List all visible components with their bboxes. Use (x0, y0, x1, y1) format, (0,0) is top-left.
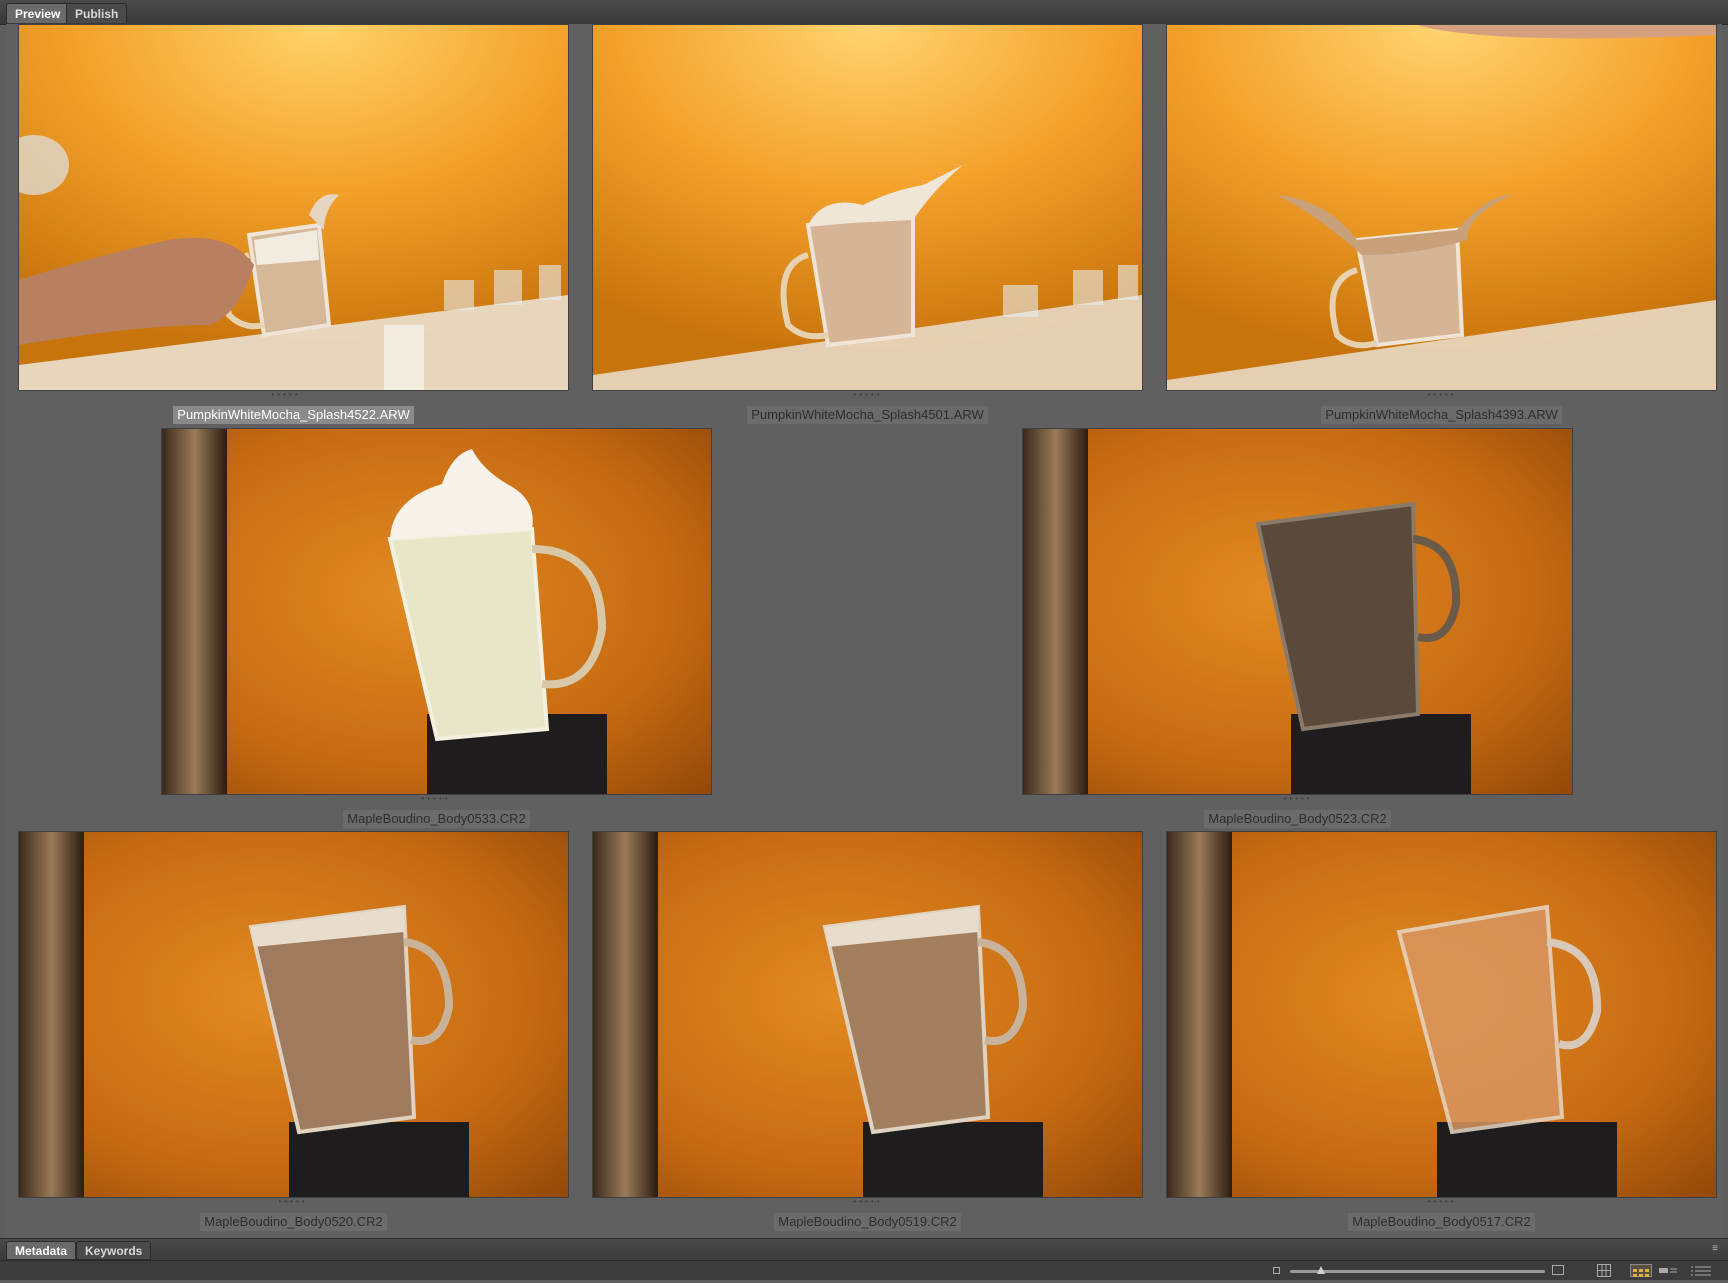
thumbnail-caption[interactable]: PumpkinWhiteMocha_Splash4522.ARW (19, 406, 568, 424)
tab-keywords[interactable]: Keywords (76, 1241, 152, 1260)
rating-dots[interactable]: ••••• (818, 390, 918, 399)
status-bar (0, 1260, 1728, 1280)
detail-view-icon[interactable] (1658, 1264, 1678, 1277)
filmstrip-view-icon[interactable] (1630, 1264, 1652, 1277)
tab-metadata[interactable]: Metadata (6, 1241, 77, 1260)
panel-menu-icon[interactable]: ≡ (1708, 1243, 1722, 1255)
grid-view-icon[interactable] (1597, 1264, 1611, 1277)
thumbnail-body-0523[interactable] (1023, 429, 1572, 794)
thumbnail-caption[interactable]: MapleBoudino_Body0533.CR2 (162, 810, 711, 828)
rating-dots[interactable]: ••••• (386, 794, 486, 803)
thumbnail-body-0533[interactable] (162, 429, 711, 794)
list-view-icon[interactable] (1690, 1264, 1712, 1277)
tab-publish[interactable]: Publish (66, 3, 128, 23)
thumbnail-splash-4501[interactable] (593, 25, 1142, 390)
thumbnail-caption[interactable]: PumpkinWhiteMocha_Splash4501.ARW (593, 406, 1142, 424)
thumbnail-caption[interactable]: MapleBoudino_Body0519.CR2 (593, 1213, 1142, 1231)
bottom-tab-bar: Metadata Keywords ≡ (0, 1238, 1728, 1261)
rating-dots[interactable]: ••••• (1392, 390, 1492, 399)
thumbnail-caption[interactable]: MapleBoudino_Body0520.CR2 (19, 1213, 568, 1231)
thumbnail-caption[interactable]: MapleBoudino_Body0517.CR2 (1167, 1213, 1716, 1231)
rating-dots[interactable]: ••••• (1392, 1197, 1492, 1206)
thumbnail-splash-4522[interactable] (19, 25, 568, 390)
content-browser: ••••• PumpkinWhiteMocha_Splash4522.ARW •… (6, 24, 1722, 1238)
rating-dots[interactable]: ••••• (243, 1197, 343, 1206)
top-tab-bar: Preview Publish (0, 0, 1728, 25)
thumbnail-body-0519[interactable] (593, 832, 1142, 1197)
thumbnail-splash-4393[interactable] (1167, 25, 1716, 390)
rating-dots[interactable]: ••••• (1248, 794, 1348, 803)
tab-preview[interactable]: Preview (6, 3, 70, 23)
thumbnail-caption[interactable]: MapleBoudino_Body0523.CR2 (1023, 810, 1572, 828)
thumbnail-size-slider[interactable] (1290, 1266, 1545, 1274)
rating-dots[interactable]: ••••• (818, 1197, 918, 1206)
thumbnail-caption[interactable]: PumpkinWhiteMocha_Splash4393.ARW (1167, 406, 1716, 424)
small-thumb-icon[interactable] (1273, 1267, 1280, 1274)
slider-thumb[interactable] (1316, 1266, 1325, 1274)
large-thumb-icon[interactable] (1552, 1265, 1564, 1275)
rating-dots[interactable]: ••••• (236, 390, 336, 399)
thumbnail-body-0520[interactable] (19, 832, 568, 1197)
thumbnail-body-0517[interactable] (1167, 832, 1716, 1197)
